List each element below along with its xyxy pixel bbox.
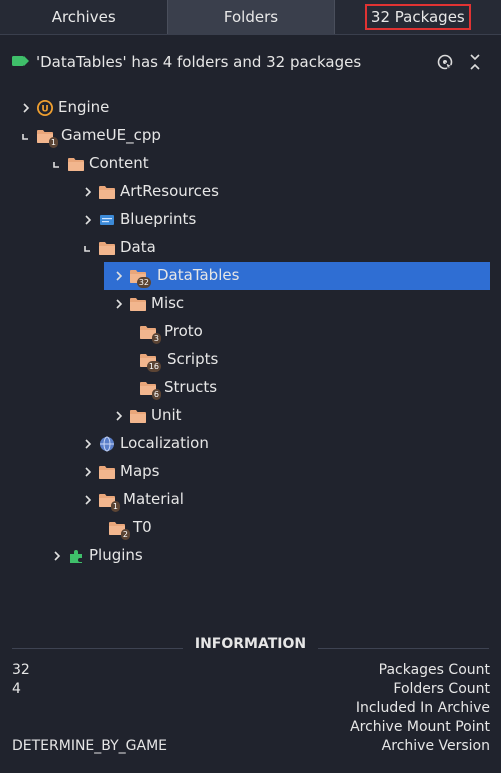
folder-icon: 32	[129, 267, 151, 288]
tree-item-label: ArtResources	[120, 182, 219, 200]
folder-icon	[129, 407, 147, 425]
tree-item-label: Misc	[151, 294, 185, 312]
tree-item-blueprints[interactable]: Blueprints	[0, 206, 501, 234]
tree-item-misc[interactable]: Misc	[0, 290, 501, 318]
folder-summary-header: 'DataTables' has 4 folders and 32 packag…	[0, 46, 501, 80]
folder-icon: 2	[108, 519, 130, 540]
folder-icon: 16	[139, 351, 161, 372]
tree-item-label: Material	[123, 490, 184, 508]
tree-item-label: Blueprints	[120, 210, 197, 228]
chevron-right-icon[interactable]	[82, 212, 94, 228]
info-key: Included In Archive	[355, 700, 490, 716]
summary-title: 'DataTables' has 4 folders and 32 packag…	[36, 53, 362, 71]
tree-item-label: DataTables	[157, 266, 240, 284]
tree-item-label: Scripts	[167, 350, 219, 368]
chevron-right-icon[interactable]	[113, 268, 125, 284]
tree-item-proto[interactable]: 3 Proto	[0, 318, 501, 346]
tree-item-engine[interactable]: U Engine	[0, 94, 501, 122]
tree-item-label: Localization	[120, 434, 209, 452]
tree-item-label: Content	[89, 154, 149, 172]
tree-item-localization[interactable]: Localization	[0, 430, 501, 458]
information-title-text: INFORMATION	[182, 636, 319, 652]
folder-icon	[98, 239, 116, 257]
chevron-right-icon[interactable]	[82, 184, 94, 200]
chevron-right-icon[interactable]	[113, 408, 125, 424]
info-key: Archive Version	[381, 738, 490, 754]
package-count-badge: 1	[110, 501, 120, 512]
chevron-down-icon[interactable]	[20, 128, 32, 144]
package-count-badge: 16	[146, 361, 161, 372]
locate-icon[interactable]	[435, 52, 455, 72]
info-key: Folders Count	[393, 681, 490, 697]
tree-item-data[interactable]: Data	[0, 234, 501, 262]
folder-icon	[98, 183, 116, 201]
chevron-right-icon[interactable]	[82, 464, 94, 480]
chevron-right-icon[interactable]	[113, 296, 125, 312]
info-row-packages-count: 32 Packages Count	[12, 662, 490, 681]
folder-icon	[67, 155, 85, 173]
package-count-badge: 1	[48, 137, 58, 148]
tree-item-label: Structs	[164, 378, 218, 396]
folder-icon: 3	[139, 323, 161, 344]
folder-icon: 6	[139, 379, 161, 400]
info-value: 32	[12, 662, 30, 678]
tree-item-unit[interactable]: Unit	[0, 402, 501, 430]
chevron-down-icon[interactable]	[51, 156, 63, 172]
tab-folders[interactable]: Folders	[167, 0, 335, 34]
tree-item-artresources[interactable]: ArtResources	[0, 178, 501, 206]
tree-item-label: Plugins	[89, 546, 143, 564]
info-row-archive-version: DETERMINE_BY_GAME Archive Version	[12, 738, 490, 757]
tree-item-structs[interactable]: 6 Structs	[0, 374, 501, 402]
tab-packages[interactable]: 32 Packages	[335, 0, 501, 34]
package-count-badge: 32	[136, 277, 151, 288]
info-value: 4	[12, 681, 21, 697]
folder-icon	[129, 295, 147, 313]
information-section-title: INFORMATION	[0, 634, 501, 652]
info-value: DETERMINE_BY_GAME	[12, 738, 168, 754]
tree-item-label: T0	[133, 518, 152, 536]
tree-item-scripts[interactable]: 16 Scripts	[0, 346, 501, 374]
tree-item-label: Engine	[58, 98, 110, 116]
tree-item-label: Maps	[120, 462, 160, 480]
chevron-right-icon[interactable]	[51, 548, 63, 564]
chevron-right-icon[interactable]	[82, 436, 94, 452]
chevron-right-icon[interactable]	[82, 492, 94, 508]
info-row-archive-mount-point: Archive Mount Point	[12, 719, 490, 738]
tab-archives-label: Archives	[51, 8, 116, 26]
tag-icon	[12, 56, 29, 66]
collapse-all-icon[interactable]	[465, 52, 485, 72]
folder-icon: 1	[98, 491, 120, 512]
folder-icon: 1	[36, 127, 58, 148]
package-count-badge: 6	[151, 389, 161, 400]
tree-item-label: Data	[120, 238, 156, 256]
folder-icon	[98, 463, 116, 481]
chevron-down-icon[interactable]	[82, 240, 94, 256]
tree-item-label: GameUE_cpp	[61, 126, 161, 144]
tab-packages-label: 32 Packages	[364, 4, 471, 30]
unreal-engine-icon: U	[36, 99, 54, 117]
blueprint-icon	[98, 211, 116, 229]
tree-item-gameue-cpp[interactable]: 1 GameUE_cpp	[0, 122, 501, 150]
tab-bar: Archives Folders 32 Packages	[0, 0, 501, 35]
tree-item-t0[interactable]: 2 T0	[0, 514, 501, 542]
tree-item-maps[interactable]: Maps	[0, 458, 501, 486]
package-count-badge: 2	[120, 529, 130, 540]
package-count-badge: 3	[151, 333, 161, 344]
tree-item-label: Proto	[164, 322, 203, 340]
tree-item-content[interactable]: Content	[0, 150, 501, 178]
info-key: Packages Count	[378, 662, 490, 678]
tree-item-datatables[interactable]: 32 DataTables	[0, 262, 501, 290]
svg-text:U: U	[41, 105, 48, 115]
info-row-included-in-archive: Included In Archive	[12, 700, 490, 719]
globe-icon	[98, 435, 116, 453]
chevron-right-icon[interactable]	[20, 100, 32, 116]
info-key: Archive Mount Point	[350, 719, 490, 735]
info-row-folders-count: 4 Folders Count	[12, 681, 490, 700]
tree-item-label: Unit	[151, 406, 182, 424]
tree-item-material[interactable]: 1 Material	[0, 486, 501, 514]
tab-archives[interactable]: Archives	[0, 0, 167, 34]
tab-folders-label: Folders	[223, 8, 279, 26]
tree-item-plugins[interactable]: Plugins	[0, 542, 501, 570]
plugin-icon	[67, 547, 85, 565]
